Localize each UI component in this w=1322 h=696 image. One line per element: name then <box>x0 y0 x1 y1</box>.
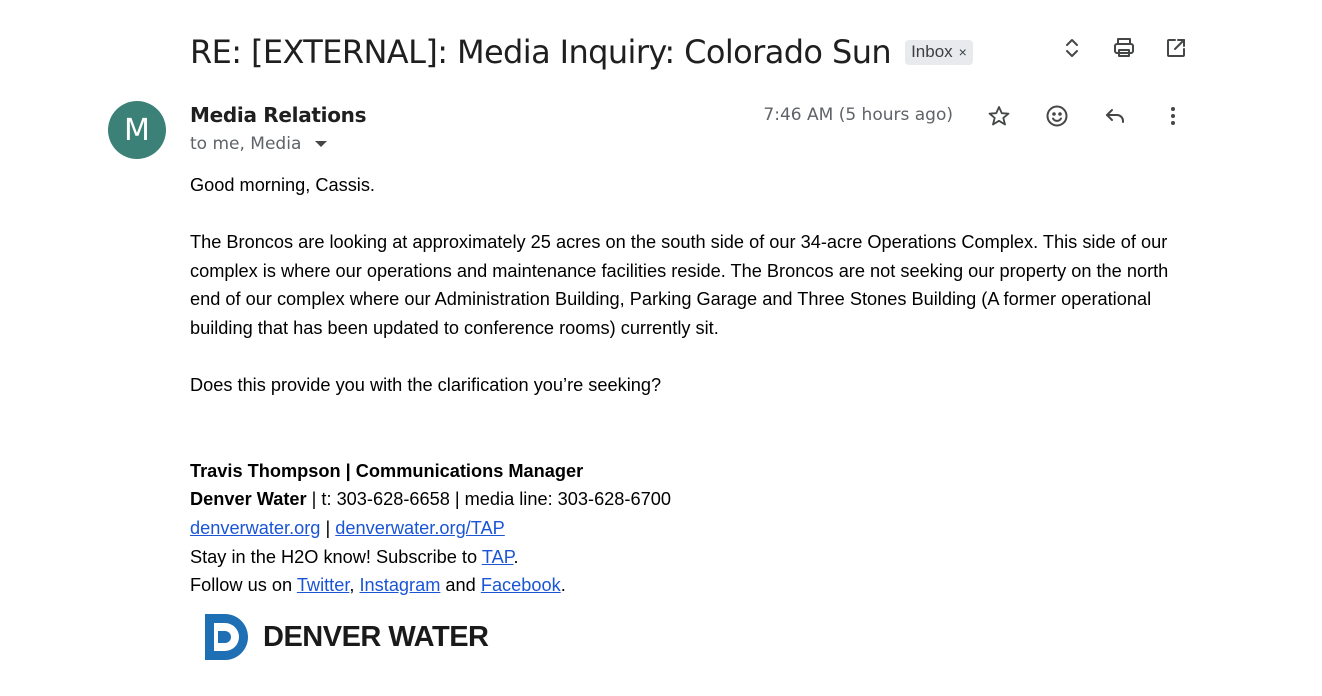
signature-name-title: Travis Thompson | Communications Manager <box>190 457 1200 486</box>
logo-text: DENVER WATER <box>263 620 489 653</box>
emoji-reaction-icon[interactable] <box>1043 102 1071 130</box>
sender-name[interactable]: Media Relations <box>190 103 367 127</box>
subscribe-suffix: . <box>513 546 519 567</box>
recipients-line: to me, Media <box>190 134 328 154</box>
tap-website-link[interactable]: denverwater.org/TAP <box>335 518 505 538</box>
facebook-link[interactable]: Facebook <box>481 575 561 595</box>
signature-links-line: denverwater.org | denverwater.org/TAP <box>190 514 1200 543</box>
remove-label-button[interactable]: × <box>959 44 967 60</box>
more-options-icon[interactable] <box>1159 102 1187 130</box>
greeting: Good morning, Cassis. <box>190 175 375 195</box>
signature-contact-line: Denver Water | t: 303-628-6658 | media l… <box>190 485 1200 514</box>
follow-suffix: . <box>560 575 566 596</box>
subscribe-prefix: Stay in the H2O know! Subscribe to <box>190 546 482 567</box>
print-icon[interactable] <box>1110 34 1138 62</box>
follow-prefix: Follow us on <box>190 575 297 596</box>
email-body: Good morning, Cassis. The Broncos are lo… <box>190 171 1200 600</box>
twitter-link[interactable]: Twitter <box>297 575 350 595</box>
email-timestamp: 7:46 AM (5 hours ago) <box>763 105 953 125</box>
signature-contact: | t: 303-628-6658 | media line: 303-628-… <box>306 489 671 510</box>
and-text: and <box>440 575 481 596</box>
label-text: Inbox <box>911 41 953 61</box>
subscribe-line: Stay in the H2O know! Subscribe to TAP. <box>190 543 1200 572</box>
expand-collapse-icon[interactable] <box>1058 34 1086 62</box>
recipients-text: to me, Media <box>190 134 302 154</box>
email-subject: RE: [EXTERNAL]: Media Inquiry: Colorado … <box>190 33 892 71</box>
website-link[interactable]: denverwater.org <box>190 518 320 538</box>
thread-toolbar <box>1058 34 1190 62</box>
follow-line: Follow us on Twitter, Instagram and Face… <box>190 571 1200 600</box>
sender-avatar[interactable]: M <box>108 101 166 159</box>
star-icon[interactable] <box>985 102 1013 130</box>
denver-water-logo-mark-icon <box>205 614 248 660</box>
instagram-link[interactable]: Instagram <box>360 575 441 595</box>
reply-icon[interactable] <box>1101 102 1129 130</box>
comma: , <box>349 575 360 596</box>
denver-water-logo: DENVER WATER <box>203 612 489 662</box>
subject-row: RE: [EXTERNAL]: Media Inquiry: Colorado … <box>190 28 973 76</box>
signature-org: Denver Water <box>190 489 307 510</box>
body-paragraph: The Broncos are looking at approximately… <box>190 232 1169 338</box>
link-separator: | <box>320 517 336 538</box>
body-question: Does this provide you with the clarifica… <box>190 375 662 396</box>
open-in-new-window-icon[interactable] <box>1162 34 1190 62</box>
message-actions <box>985 102 1187 130</box>
tap-subscribe-link[interactable]: TAP <box>482 547 514 567</box>
chevron-down-icon[interactable] <box>315 141 328 147</box>
inbox-label-chip[interactable]: Inbox × <box>905 39 973 65</box>
signature-name: Travis Thompson | Communications Manager <box>190 460 584 481</box>
